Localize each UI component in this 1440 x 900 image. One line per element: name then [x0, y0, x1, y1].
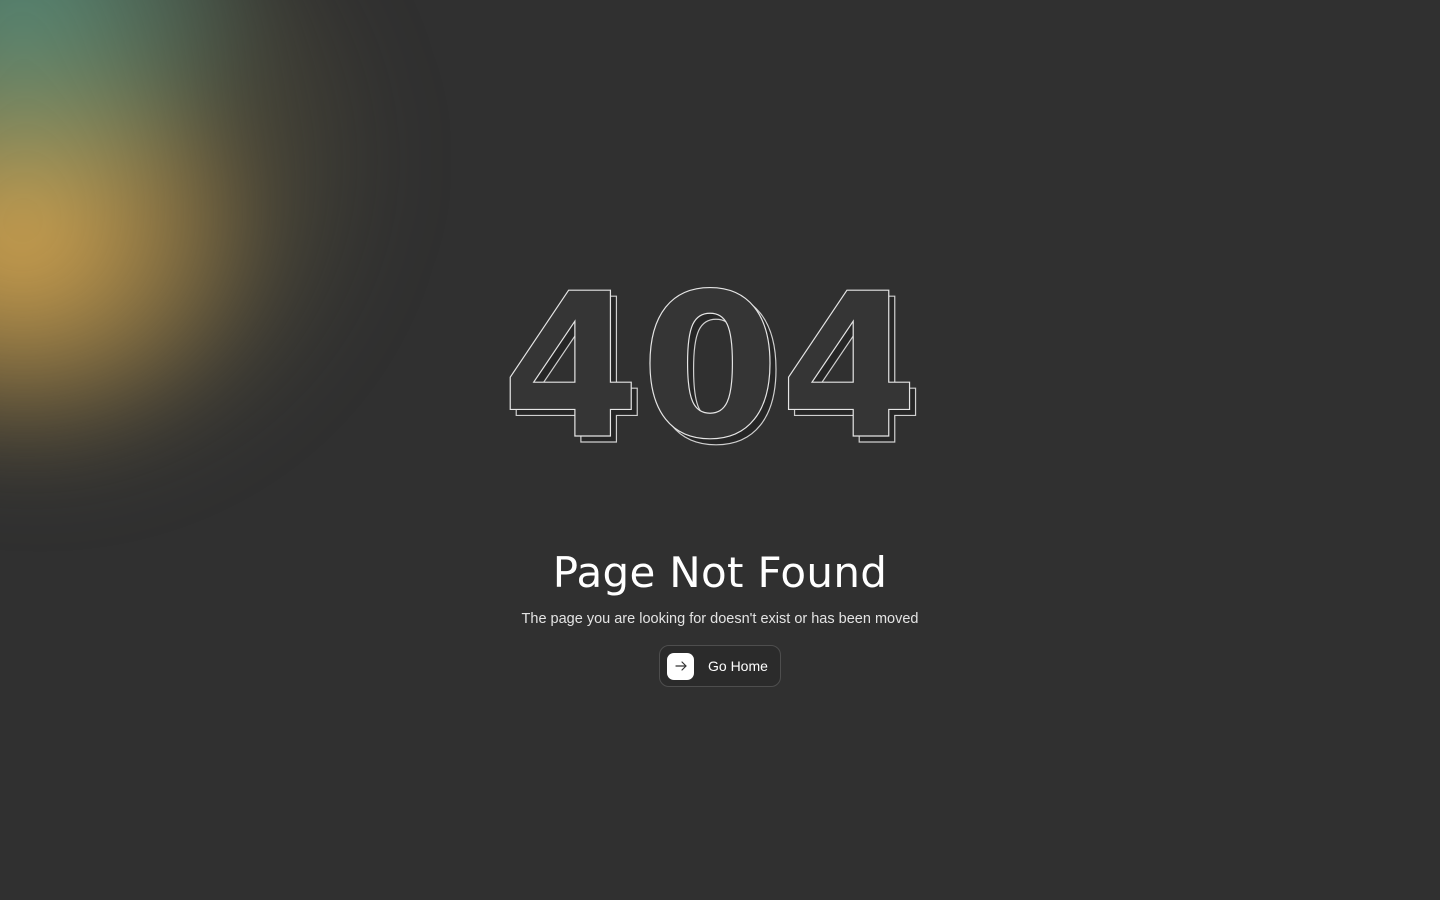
not-found-page: 404 404 Page Not Found The page you are …: [0, 0, 1440, 900]
go-home-button[interactable]: Go Home: [659, 645, 781, 687]
go-home-label: Go Home: [708, 658, 768, 674]
background-glow: [0, 0, 480, 580]
error-code-graphic: 404 404: [501, 250, 926, 490]
page-message: The page you are looking for doesn't exi…: [521, 611, 919, 627]
page-title: Page Not Found: [552, 548, 888, 597]
error-code: 404: [501, 251, 918, 484]
arrow-right-icon: [667, 652, 694, 680]
